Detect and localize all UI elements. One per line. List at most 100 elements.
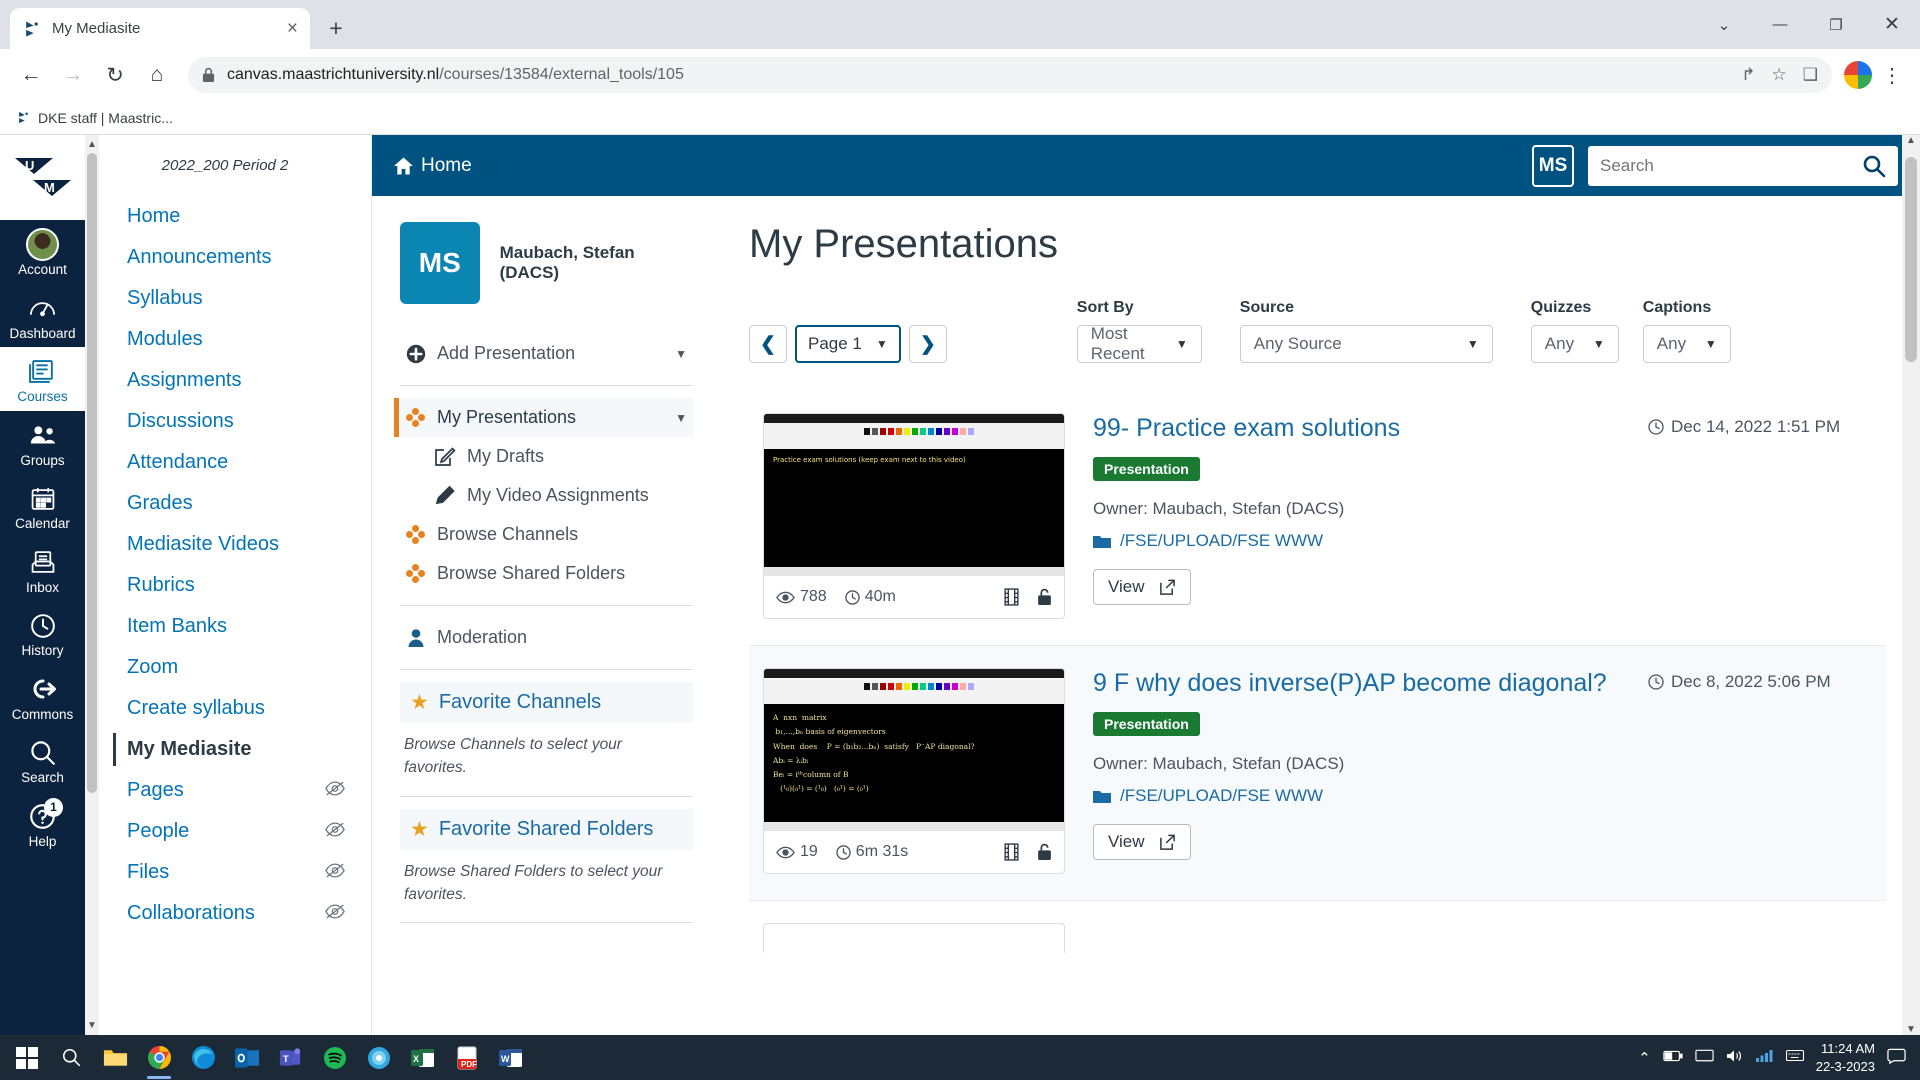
prev-page-button[interactable]: ❮ xyxy=(749,325,787,363)
taskbar-clock[interactable]: 11:24 AM 22-3-2023 xyxy=(1816,1040,1875,1075)
captions-select[interactable]: Any ▼ xyxy=(1642,325,1731,363)
presentation-path[interactable]: /FSE/UPLOAD/FSE WWW xyxy=(1093,786,1620,806)
chevron-down-icon[interactable]: ▼ xyxy=(675,411,687,425)
page-select[interactable]: Page 1 ▼ xyxy=(795,325,901,363)
sidebar-item-my-drafts[interactable]: My Drafts xyxy=(400,437,693,476)
new-tab-button[interactable]: + xyxy=(318,10,354,46)
back-button[interactable]: ← xyxy=(12,56,50,94)
browser-menu-icon[interactable]: ⋮ xyxy=(1876,63,1908,88)
sidebar-item-announcements[interactable]: Announcements xyxy=(85,237,371,278)
taskbar-spotify[interactable] xyxy=(314,1035,356,1080)
sidebar-item-my-mediasite[interactable]: My Mediasite xyxy=(85,729,371,770)
sidebar-item-rubrics[interactable]: Rubrics xyxy=(85,565,371,606)
presentation-thumbnail-box[interactable]: Practice exam solutions (keep exam next … xyxy=(763,413,1065,619)
side-panel-icon[interactable]: ❑ xyxy=(1803,65,1818,85)
sidebar-item-inbox[interactable]: Inbox xyxy=(0,538,85,602)
sidebar-item-mediasite-videos[interactable]: Mediasite Videos xyxy=(85,524,371,565)
minimize-button[interactable]: — xyxy=(1752,0,1808,49)
quizzes-select[interactable]: Any ▼ xyxy=(1530,325,1619,363)
sidebar-item-discussions[interactable]: Discussions xyxy=(85,401,371,442)
scroll-up-icon[interactable]: ▲ xyxy=(87,135,97,154)
view-button[interactable]: View xyxy=(1093,569,1191,605)
profile-avatar[interactable] xyxy=(1844,61,1872,89)
chevron-down-icon[interactable]: ▼ xyxy=(675,347,687,361)
reload-button[interactable]: ↻ xyxy=(96,56,134,94)
taskbar-microsoft-teams[interactable]: T xyxy=(270,1035,312,1080)
presentation-path[interactable]: /FSE/UPLOAD/FSE WWW xyxy=(1093,531,1620,551)
taskbar-file-explorer[interactable] xyxy=(94,1035,136,1080)
sidebar-item-create-syllabus[interactable]: Create syllabus xyxy=(85,688,371,729)
browser-tab[interactable]: My Mediasite × xyxy=(10,8,310,49)
mediasite-search[interactable] xyxy=(1588,145,1898,186)
sidebar-item-help[interactable]: 1 Help xyxy=(0,792,85,856)
taskbar-search-button[interactable] xyxy=(50,1035,92,1080)
sidebar-item-files[interactable]: Files xyxy=(85,852,371,893)
taskbar-word[interactable]: W xyxy=(490,1035,532,1080)
sidebar-item-account[interactable]: Account xyxy=(0,220,85,284)
speaker-icon[interactable] xyxy=(1726,1049,1744,1067)
sidebar-item-home[interactable]: Home xyxy=(85,196,371,237)
address-bar[interactable]: canvas.maastrichtuniversity.nl/courses/1… xyxy=(188,57,1832,93)
keyboard-icon[interactable] xyxy=(1785,1049,1804,1066)
sidebar-item-search[interactable]: Search xyxy=(0,728,85,792)
taskbar-excel[interactable]: X xyxy=(402,1035,444,1080)
sidebar-item-calendar[interactable]: Calendar xyxy=(0,474,85,538)
sidebar-item-my-presentations[interactable]: My Presentations ▼ xyxy=(394,398,693,437)
sort-by-select[interactable]: Most Recent ▼ xyxy=(1076,324,1202,363)
presentation-title[interactable]: 9 F why does inverse(P)AP become diagona… xyxy=(1093,668,1620,698)
sidebar-item-modules[interactable]: Modules xyxy=(85,319,371,360)
user-initials-badge[interactable]: MS xyxy=(1532,144,1574,187)
tray-chevron-up-icon[interactable]: ⌃ xyxy=(1638,1049,1651,1067)
bookmark-dke-staff[interactable]: DKE staff | Maastric... xyxy=(16,110,173,126)
add-presentation-button[interactable]: Add Presentation ▼ xyxy=(400,334,693,373)
search-input[interactable] xyxy=(1600,155,1862,176)
sidebar-item-people[interactable]: People xyxy=(85,811,371,852)
sidebar-item-pages[interactable]: Pages xyxy=(85,770,371,811)
taskbar-browser-circle[interactable] xyxy=(358,1035,400,1080)
start-button[interactable] xyxy=(6,1035,48,1080)
sidebar-item-browse-channels[interactable]: Browse Channels xyxy=(400,515,693,554)
sidebar-item-groups[interactable]: Groups xyxy=(0,411,85,475)
notification-icon[interactable] xyxy=(1887,1048,1906,1068)
source-select[interactable]: Any Source ▼ xyxy=(1239,325,1493,363)
share-icon[interactable]: ↱ xyxy=(1741,65,1755,85)
sidebar-item-browse-shared-folders[interactable]: Browse Shared Folders xyxy=(400,554,693,593)
bookmark-star-icon[interactable]: ☆ xyxy=(1772,65,1787,85)
sidebar-item-courses[interactable]: Courses xyxy=(0,347,85,411)
um-logo[interactable]: U M xyxy=(0,135,85,220)
taskbar-microsoft-edge[interactable] xyxy=(182,1035,224,1080)
presentation-title[interactable]: 99- Practice exam solutions xyxy=(1093,413,1620,443)
sidebar-item-item-banks[interactable]: Item Banks xyxy=(85,606,371,647)
monitor-icon[interactable] xyxy=(1695,1049,1714,1067)
sidebar-item-dashboard[interactable]: Dashboard xyxy=(0,284,85,348)
network-icon[interactable] xyxy=(1755,1049,1774,1067)
sidebar-item-commons[interactable]: Commons xyxy=(0,665,85,729)
forward-button[interactable]: → xyxy=(54,56,92,94)
tab-search-icon[interactable]: ⌄ xyxy=(1696,0,1752,49)
scroll-down-icon[interactable]: ▼ xyxy=(1906,1024,1916,1035)
close-window-button[interactable]: ✕ xyxy=(1864,0,1920,49)
tab-close-icon[interactable]: × xyxy=(287,19,298,38)
sidebar-item-collaborations[interactable]: Collaborations xyxy=(85,893,371,934)
battery-icon[interactable] xyxy=(1663,1049,1683,1066)
mediasite-home-link[interactable]: Home xyxy=(394,155,472,177)
taskbar-google-chrome[interactable] xyxy=(138,1035,180,1080)
presentation-thumbnail-box[interactable]: A nxn matrix b₁,...,bₙ basis of eigenvec… xyxy=(763,668,1065,874)
next-page-button[interactable]: ❯ xyxy=(908,325,947,363)
sidebar-item-moderation[interactable]: Moderation xyxy=(400,618,693,657)
sidebar-item-zoom[interactable]: Zoom xyxy=(85,647,371,688)
page-scroll-thumb[interactable] xyxy=(1905,157,1917,362)
taskbar-outlook[interactable] xyxy=(226,1035,268,1080)
taskbar-adobe-acrobat[interactable]: PDF xyxy=(446,1035,488,1080)
search-icon[interactable] xyxy=(1862,154,1886,178)
sidebar-item-assignments[interactable]: Assignments xyxy=(85,360,371,401)
sidebar-item-syllabus[interactable]: Syllabus xyxy=(85,278,371,319)
sidebar-item-grades[interactable]: Grades xyxy=(85,483,371,524)
scroll-down-icon[interactable]: ▼ xyxy=(87,1016,97,1035)
view-button[interactable]: View xyxy=(1093,824,1191,860)
sidebar-item-my-video-assignments[interactable]: My Video Assignments xyxy=(400,476,693,515)
maximize-button[interactable]: ❐ xyxy=(1808,0,1864,49)
sidebar-item-attendance[interactable]: Attendance xyxy=(85,442,371,483)
home-button[interactable]: ⌂ xyxy=(138,56,176,94)
sidebar-item-history[interactable]: History xyxy=(0,601,85,665)
